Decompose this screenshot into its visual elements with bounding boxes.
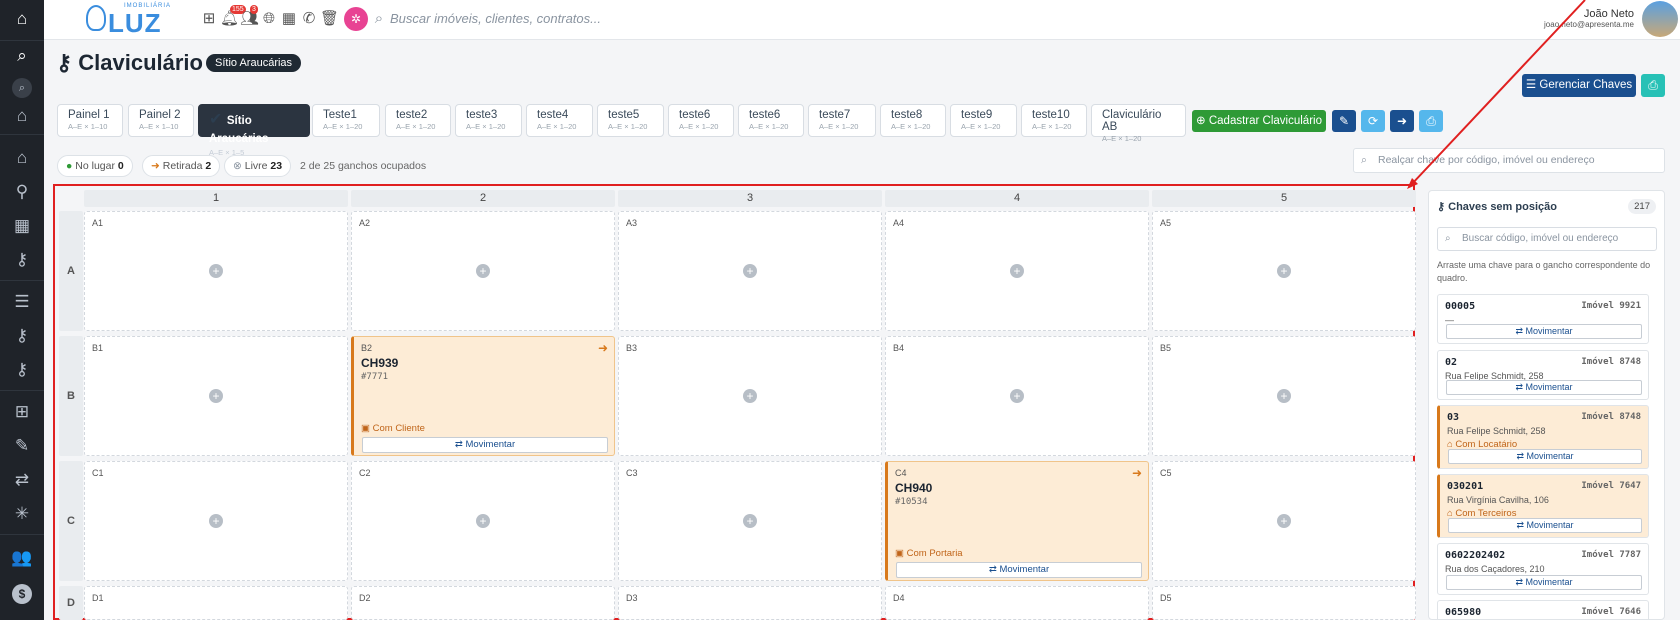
annotation-arrow xyxy=(1407,0,1586,189)
annotation-line xyxy=(1409,0,1586,187)
